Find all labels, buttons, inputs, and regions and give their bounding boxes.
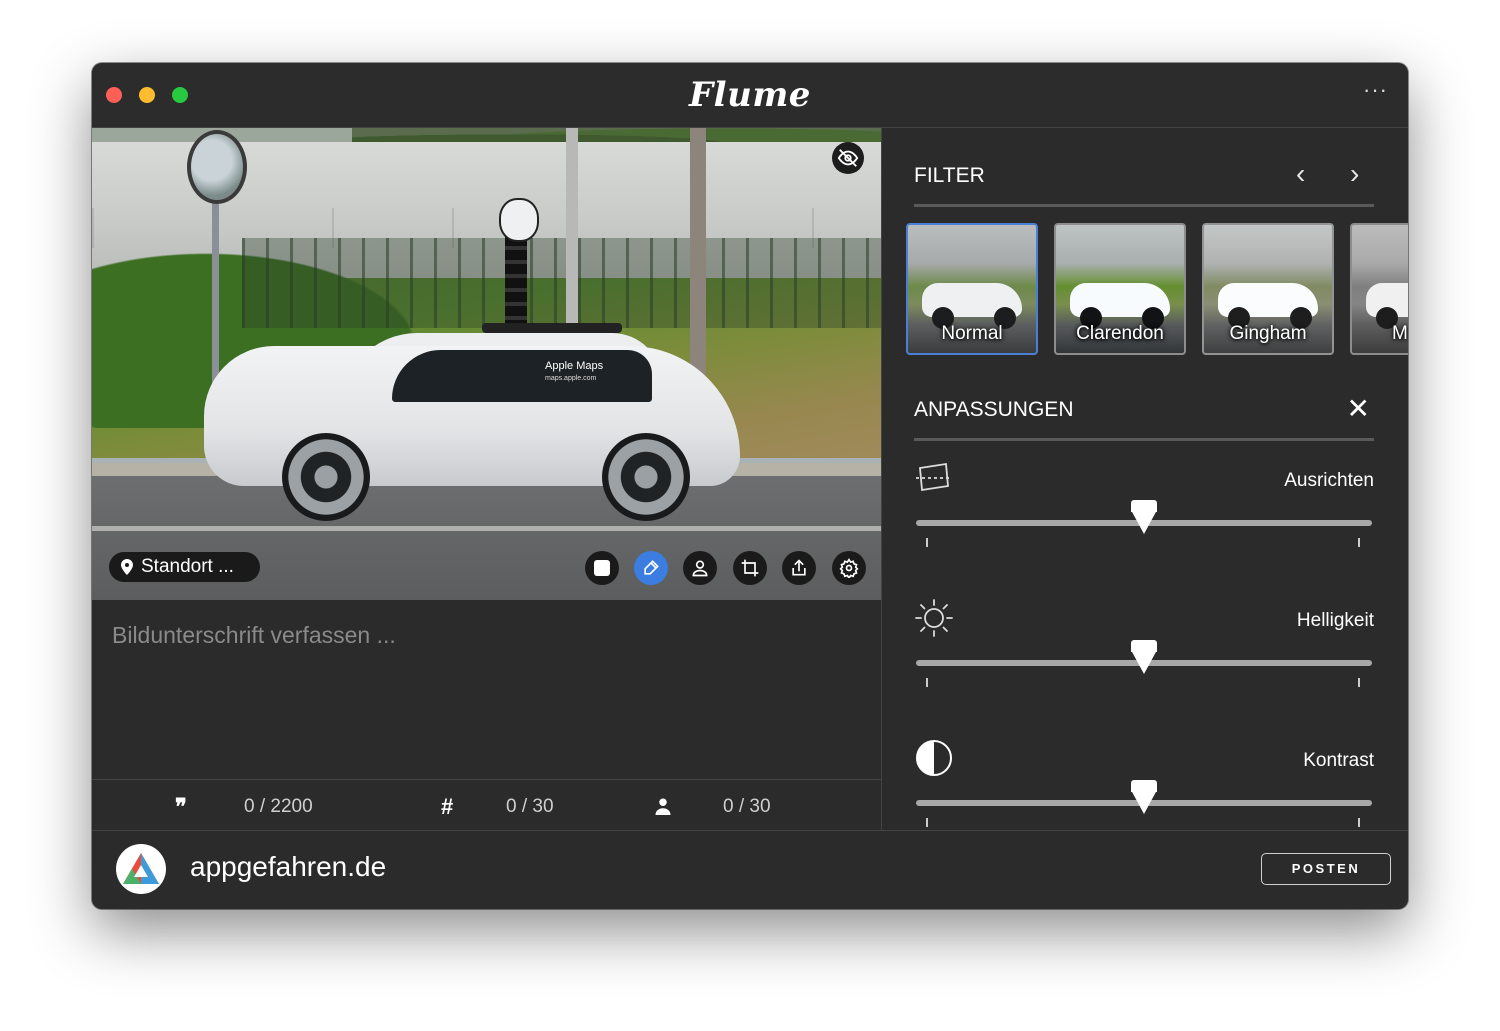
car-decal-title: Apple Maps bbox=[545, 360, 604, 372]
slider-tick bbox=[926, 538, 928, 547]
adjust-label: Ausrichten bbox=[1284, 470, 1374, 491]
hide-preview-button[interactable] bbox=[832, 142, 864, 174]
edit-brush-button[interactable] bbox=[634, 551, 668, 585]
account-avatar[interactable] bbox=[116, 844, 166, 894]
filter-next-button[interactable]: › bbox=[1350, 158, 1359, 190]
photo-car-rear-wheel bbox=[602, 433, 690, 521]
filter-label: Normal bbox=[941, 323, 1003, 344]
close-adjustments-button[interactable]: ✕ bbox=[1347, 392, 1370, 425]
crop-button[interactable] bbox=[733, 551, 767, 585]
photo-roof-rack bbox=[482, 323, 622, 333]
slider-tick bbox=[926, 818, 928, 827]
title-bar: Flume ··· bbox=[92, 63, 1408, 128]
car-decal-url: maps.apple.com bbox=[545, 375, 597, 382]
square-format-button[interactable] bbox=[585, 551, 619, 585]
eye-slash-icon bbox=[837, 149, 859, 167]
slider-tick bbox=[1358, 678, 1360, 687]
account-name[interactable]: appgefahren.de bbox=[190, 851, 386, 883]
settings-button[interactable] bbox=[832, 551, 866, 585]
photo-preview: Apple Maps maps.apple.com Standort ... bbox=[92, 128, 881, 600]
brightness-icon bbox=[915, 599, 953, 637]
slider-tick bbox=[1358, 538, 1360, 547]
filter-label: Gingham bbox=[1229, 323, 1307, 344]
crop-icon bbox=[741, 559, 759, 577]
photo-car-front-wheel bbox=[282, 433, 370, 521]
adjustments-header: ANPASSUNGEN ✕ bbox=[914, 393, 1374, 441]
filter-header: FILTER ‹ › bbox=[914, 158, 1374, 207]
tag-people-button[interactable] bbox=[683, 551, 717, 585]
filter-thumb-gingham[interactable]: Gingham bbox=[1202, 223, 1334, 355]
location-label: Standort ... bbox=[141, 556, 234, 577]
photo-pole-wooden bbox=[690, 128, 706, 398]
straighten-icon bbox=[916, 462, 952, 492]
filter-label: Clarendon bbox=[1076, 323, 1164, 344]
filter-title: FILTER bbox=[914, 164, 985, 187]
slider-tick bbox=[1358, 818, 1360, 827]
adjust-brightness: Helligkeit bbox=[914, 598, 1374, 718]
adjust-label: Helligkeit bbox=[1296, 610, 1374, 631]
contrast-icon bbox=[916, 740, 952, 776]
share-button[interactable] bbox=[782, 551, 816, 585]
share-icon bbox=[792, 559, 806, 576]
filter-thumb-clarendon[interactable]: Clarendon bbox=[1054, 223, 1186, 355]
caption-input[interactable] bbox=[110, 614, 864, 656]
filter-thumb-normal[interactable]: Normal bbox=[906, 223, 1038, 355]
straighten-slider-handle[interactable] bbox=[1131, 500, 1157, 534]
adjust-straighten: Ausrichten bbox=[914, 458, 1374, 578]
location-button[interactable]: Standort ... bbox=[109, 552, 260, 582]
photo-traffic-mirror bbox=[187, 130, 247, 204]
filter-thumb-partial[interactable]: M bbox=[1350, 223, 1408, 355]
adjust-contrast: Kontrast bbox=[914, 738, 1374, 830]
footer-bar: appgefahren.de POSTEN bbox=[92, 830, 1408, 909]
appgefahren-logo-icon bbox=[123, 853, 159, 884]
character-count: 0 / 2200 bbox=[244, 796, 313, 817]
contrast-slider-handle[interactable] bbox=[1131, 780, 1157, 814]
photo-fence bbox=[242, 238, 881, 328]
photo-pole bbox=[566, 128, 578, 348]
square-icon bbox=[594, 560, 610, 576]
location-pin-icon bbox=[121, 559, 133, 575]
hashtag-icon: # bbox=[441, 794, 454, 819]
counter-bar: ❞ 0 / 2200 # 0 / 30 0 / 30 bbox=[92, 779, 881, 831]
filter-label: M bbox=[1392, 323, 1408, 344]
brightness-slider-handle[interactable] bbox=[1131, 640, 1157, 674]
slider-tick bbox=[926, 678, 928, 687]
adjust-label: Kontrast bbox=[1303, 750, 1374, 771]
mention-count: 0 / 30 bbox=[723, 796, 771, 817]
edit-panel: FILTER ‹ › Normal Clarendon Gingham M AN… bbox=[882, 128, 1408, 830]
photo-road-line bbox=[92, 526, 881, 531]
post-button[interactable]: POSTEN bbox=[1261, 853, 1391, 885]
person-icon bbox=[692, 560, 708, 577]
app-window: Flume ··· Apple Maps maps.apple.com Stan… bbox=[92, 63, 1408, 909]
gear-icon bbox=[839, 558, 859, 578]
brush-icon bbox=[644, 560, 659, 575]
mention-person-icon bbox=[655, 798, 671, 815]
app-title: Flume bbox=[689, 75, 811, 115]
photo-camera-ball bbox=[499, 198, 539, 242]
more-menu-button[interactable]: ··· bbox=[1363, 77, 1388, 103]
photo-car-window bbox=[392, 350, 652, 402]
filter-prev-button[interactable]: ‹ bbox=[1296, 158, 1305, 190]
hashtag-count: 0 / 30 bbox=[506, 796, 554, 817]
caption-area bbox=[92, 600, 881, 779]
quote-icon: ❞ bbox=[175, 794, 187, 819]
adjustments-title: ANPASSUNGEN bbox=[914, 398, 1074, 421]
